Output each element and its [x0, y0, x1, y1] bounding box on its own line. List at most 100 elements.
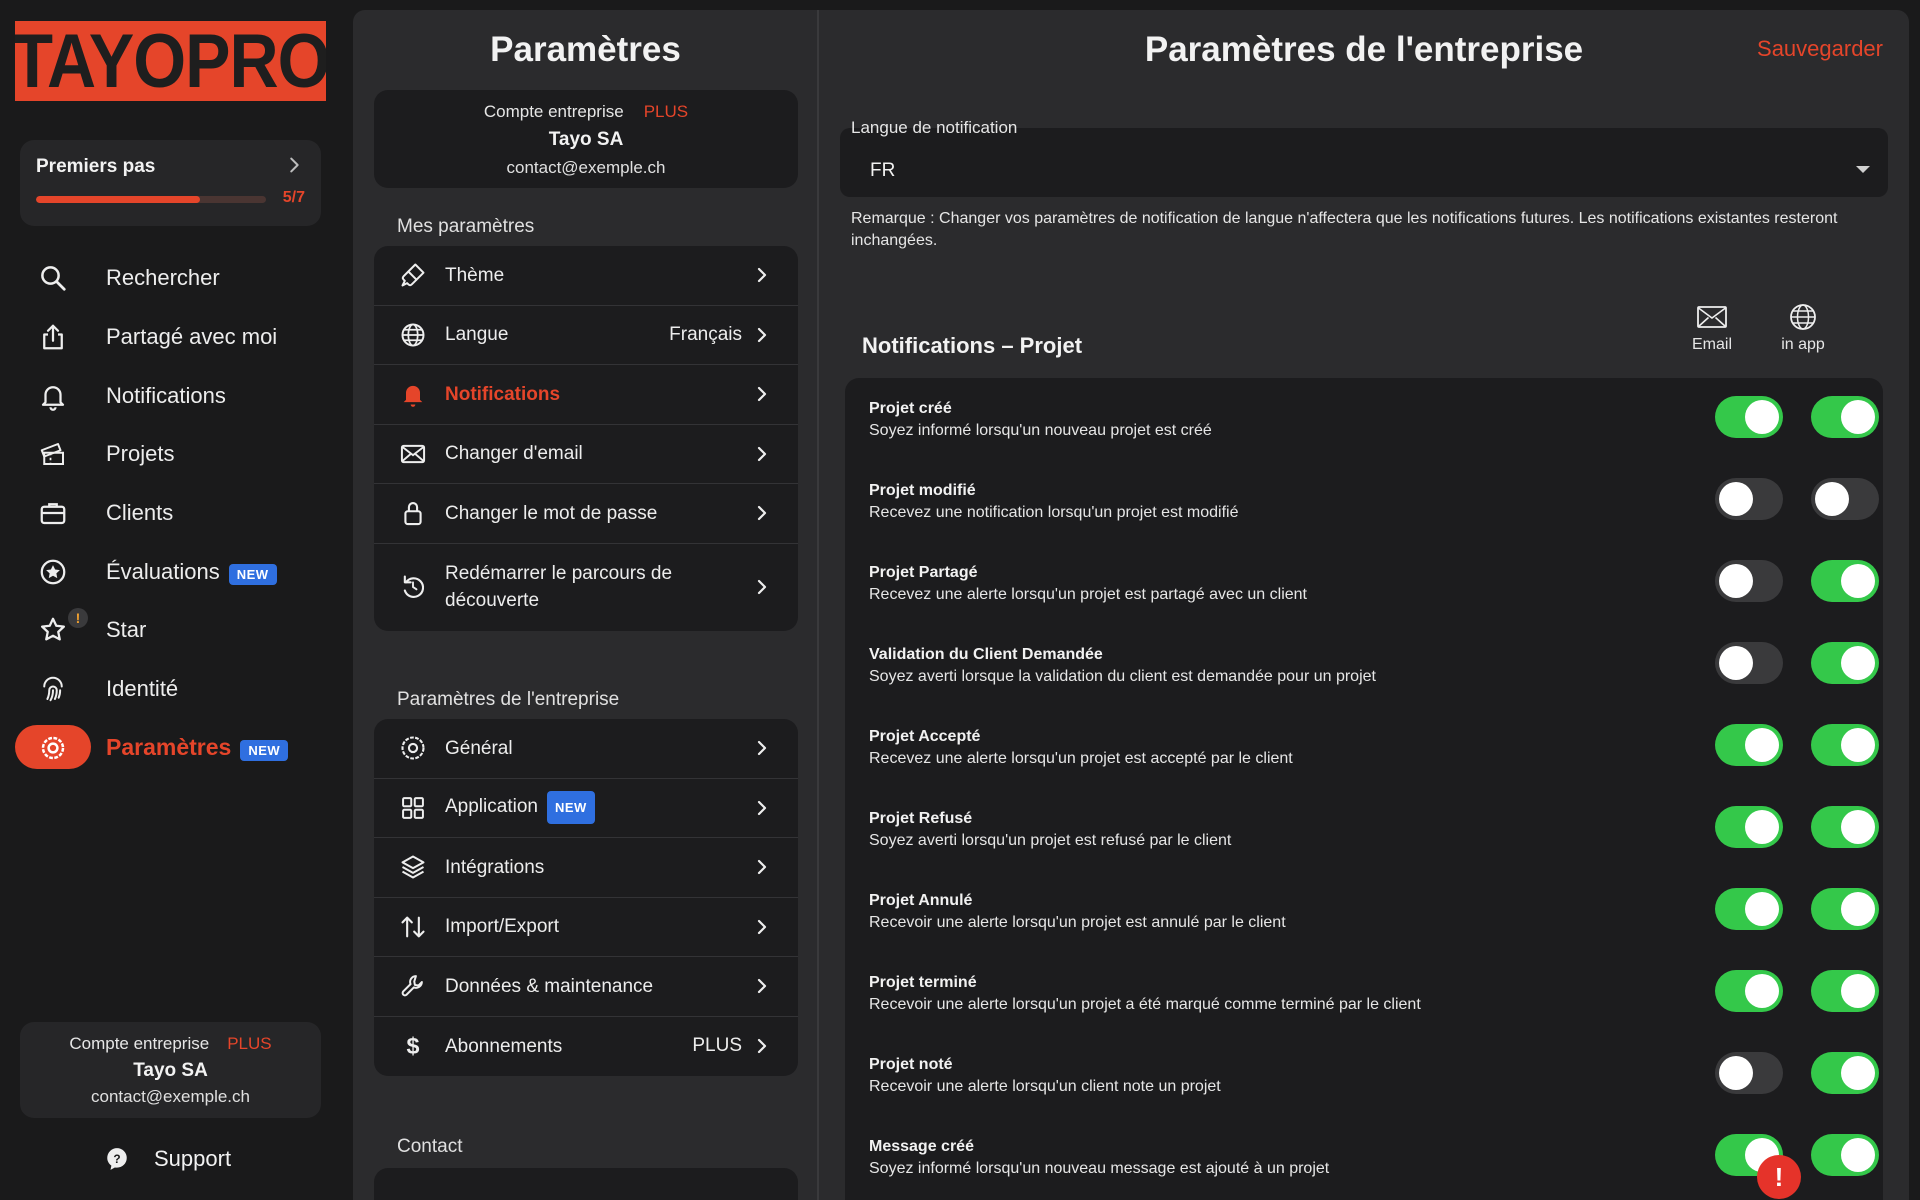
settings-item-import-export[interactable]: Import/Export: [374, 898, 798, 957]
email-toggle[interactable]: [1715, 970, 1783, 1012]
notification-row: Message créé Soyez informé lorsqu'un nouv…: [845, 1116, 1883, 1198]
dollar-icon: $: [398, 1031, 428, 1061]
settings-item-label: Changer d'email: [445, 443, 583, 465]
settings-item-integrations[interactable]: Intégrations: [374, 838, 798, 898]
onboarding-card[interactable]: Premiers pas 5/7: [20, 140, 321, 226]
page-title: Paramètres de l'entreprise: [1144, 30, 1584, 69]
import-export-icon: [398, 912, 428, 942]
globe-icon: [398, 320, 428, 350]
onboarding-progress-bar: [36, 196, 266, 203]
save-button[interactable]: Sauvegarder: [1757, 36, 1883, 62]
inapp-toggle[interactable]: [1811, 560, 1879, 602]
email-toggle[interactable]: [1715, 724, 1783, 766]
notification-description: Soyez averti lorsque la validation du cl…: [869, 668, 1376, 685]
chevron-right-icon: [757, 919, 767, 934]
notification-row: Projet modifié Recevez une notification l…: [845, 460, 1883, 542]
notification-language-select[interactable]: FR: [840, 128, 1888, 197]
alert-indicator[interactable]: !: [1757, 1155, 1801, 1199]
inapp-toggle[interactable]: [1811, 478, 1879, 520]
nav-label-text: Paramètres: [106, 734, 232, 761]
contact-group[interactable]: [374, 1168, 798, 1200]
notification-row: Projet Annulé Recevoir une alerte lorsqu'…: [845, 870, 1883, 952]
account-email: contact@exemple.ch: [90, 1087, 250, 1106]
settings-item-restart-tour[interactable]: Redémarrer le parcours de découverte: [374, 544, 798, 631]
nav-item-projects[interactable]: Projets: [15, 425, 325, 484]
email-toggle[interactable]: [1715, 396, 1783, 438]
email-toggle[interactable]: [1715, 642, 1783, 684]
brush-icon: [398, 260, 428, 290]
inapp-toggle[interactable]: [1811, 970, 1879, 1012]
settings-item-subscriptions[interactable]: $ Abonnements PLUS: [374, 1017, 798, 1077]
notification-description: Recevoir une alerte lorsqu'un projet a é…: [869, 996, 1421, 1013]
notification-title: Projet Annulé: [869, 892, 973, 909]
notification-title: Projet modifié: [869, 482, 976, 499]
settings-item-change-email[interactable]: Changer d'email: [374, 425, 798, 484]
inapp-toggle[interactable]: [1811, 1134, 1879, 1176]
email-toggle[interactable]: [1715, 806, 1783, 848]
chevron-right-icon: [757, 800, 767, 815]
chevron-right-icon: [757, 446, 767, 461]
settings-item-notifications[interactable]: Notifications: [374, 365, 798, 425]
notification-description: Soyez informé lorsqu'un nouveau projet e…: [869, 422, 1212, 439]
search-icon: [37, 262, 69, 294]
inapp-toggle[interactable]: [1811, 724, 1879, 766]
support-link[interactable]: ? Support: [104, 1146, 231, 1172]
onboarding-progress-count: 5/7: [282, 189, 305, 206]
inapp-toggle[interactable]: [1811, 806, 1879, 848]
nav-label-text: Évaluations: [106, 558, 220, 584]
nav-item-search[interactable]: Rechercher: [15, 249, 325, 308]
email-column-label: Email: [1691, 336, 1732, 353]
nav-label: Notifications: [106, 382, 226, 408]
account-plan: PLUS: [227, 1034, 272, 1053]
settings-item-label: Données & maintenance: [445, 975, 654, 997]
account-type: Compte entreprise: [69, 1034, 210, 1053]
inapp-toggle[interactable]: [1811, 396, 1879, 438]
settings-item-general[interactable]: Général: [374, 719, 798, 779]
globe-icon: [1790, 304, 1816, 330]
nav-label: Clients: [106, 500, 174, 526]
settings-item-theme[interactable]: Thème: [374, 246, 798, 306]
nav-item-star[interactable]: ! Star: [15, 601, 325, 660]
settings-account-card[interactable]: Compte entreprise PLUS Tayo SA contact@ex…: [374, 90, 798, 188]
settings-item-label: Notifications: [445, 383, 561, 405]
settings-item-change-password[interactable]: Changer le mot de passe: [374, 484, 798, 544]
settings-item-label: Abonnements: [445, 1035, 563, 1057]
tayopro-logo[interactable]: TAYOPRO: [15, 21, 326, 101]
settings-item-language[interactable]: Langue Français: [374, 306, 798, 365]
email-toggle[interactable]: [1715, 1052, 1783, 1094]
nav-item-settings[interactable]: Paramètres NEW: [15, 719, 325, 778]
settings-title: Paramètres: [490, 30, 681, 69]
settings-item-label: Import/Export: [445, 916, 560, 938]
nav-item-evaluations[interactable]: Évaluations NEW: [15, 542, 325, 601]
nav-item-clients[interactable]: Clients: [15, 484, 325, 543]
settings-item-data-maintenance[interactable]: Données & maintenance: [374, 957, 798, 1017]
nav-item-shared[interactable]: Partagé avec moi: [15, 308, 325, 367]
inapp-toggle[interactable]: [1811, 1052, 1879, 1094]
notification-list: Projet créé Soyez informé lorsqu'un nouve…: [845, 378, 1883, 1200]
gear-icon: [398, 733, 428, 763]
contact-label: Contact: [397, 1136, 463, 1157]
chevron-right-icon: [757, 860, 767, 875]
nav-item-notifications[interactable]: Notifications: [15, 366, 325, 425]
email-toggle[interactable]: [1715, 888, 1783, 930]
email-toggle[interactable]: [1715, 478, 1783, 520]
settings-item-application[interactable]: Application NEW: [374, 779, 798, 838]
nav-label: Paramètres NEW: [106, 734, 289, 762]
notification-title: Projet noté: [869, 1056, 953, 1073]
email-toggle[interactable]: [1715, 560, 1783, 602]
account-email: contact@exemple.ch: [506, 158, 666, 177]
inapp-toggle[interactable]: [1811, 888, 1879, 930]
notification-row: Projet noté Recevoir une alerte lorsqu'un…: [845, 1034, 1883, 1116]
settings-item-label: Thème: [445, 264, 505, 286]
chevron-right-icon: [757, 741, 767, 756]
svg-text:?: ?: [113, 1152, 120, 1166]
chevron-right-icon: [757, 268, 767, 283]
bell-icon: [37, 380, 69, 412]
notification-row: Projet terminé Recevoir une alerte lorsqu…: [845, 952, 1883, 1034]
inapp-toggle[interactable]: [1811, 642, 1879, 684]
support-label: Support: [154, 1146, 232, 1171]
nav-item-identity[interactable]: Identité: [15, 660, 325, 719]
alert-badge: !: [68, 608, 88, 629]
briefcase-icon: [37, 497, 69, 529]
account-card[interactable]: Compte entreprise PLUS Tayo SA contact@ex…: [20, 1022, 321, 1118]
